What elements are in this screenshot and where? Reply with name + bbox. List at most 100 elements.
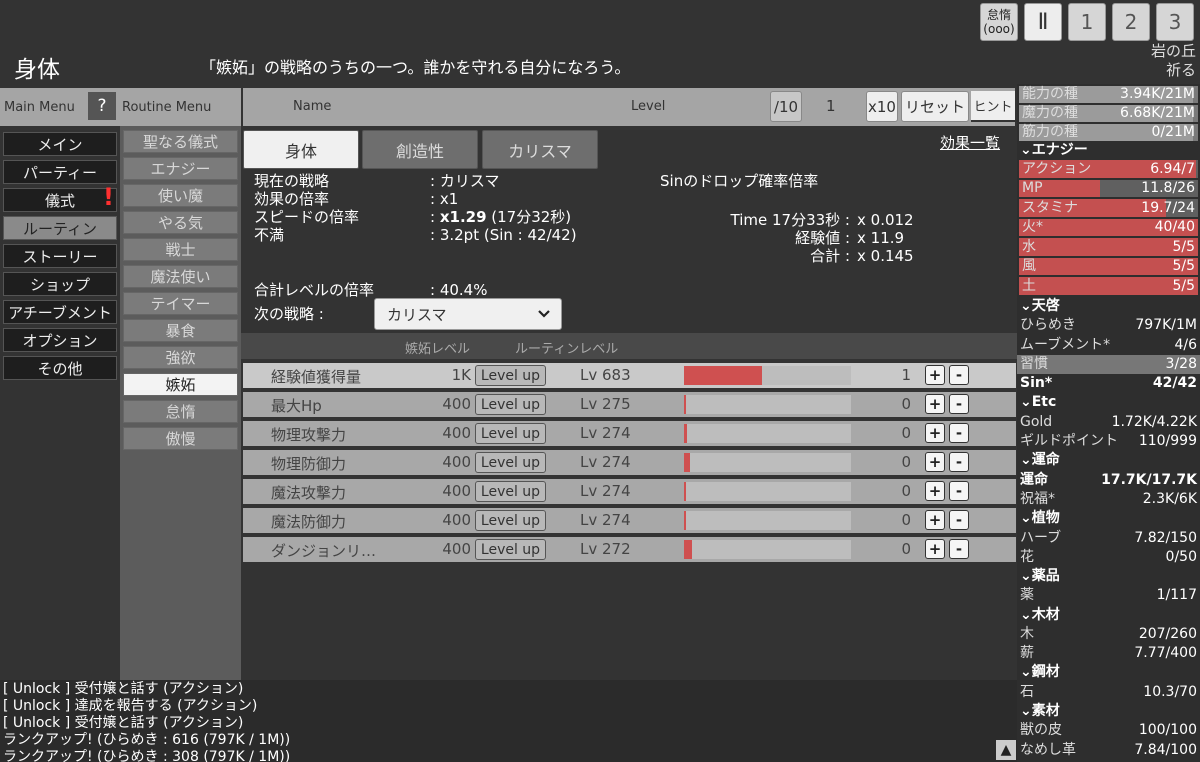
- main-menu-item[interactable]: オプション: [3, 328, 117, 352]
- tab-creativity[interactable]: 創造性: [362, 130, 478, 169]
- level-up-button[interactable]: Level up: [475, 539, 546, 560]
- routine-menu-item[interactable]: やる気: [123, 211, 238, 234]
- level-up-button[interactable]: Level up: [475, 394, 546, 415]
- divide-10-button[interactable]: /10: [770, 91, 802, 122]
- help-button[interactable]: ?: [88, 92, 116, 120]
- resource-value: 3.94K/21M: [1120, 86, 1195, 102]
- speed-3-button[interactable]: 3: [1156, 3, 1194, 41]
- routine-menu-item[interactable]: 怠惰: [123, 400, 238, 423]
- routine-menu-item[interactable]: テイマー: [123, 292, 238, 315]
- level-column-header: Level: [631, 99, 666, 114]
- scroll-up-button[interactable]: ▲: [996, 740, 1016, 760]
- routine-menu-item[interactable]: 使い魔: [123, 184, 238, 207]
- main-menu-item[interactable]: パーティー: [3, 160, 117, 184]
- main-menu-item[interactable]: メイン: [3, 132, 117, 156]
- pause-button[interactable]: Ⅱ: [1024, 3, 1062, 41]
- routine-menu-item[interactable]: 戦士: [123, 238, 238, 261]
- times-10-button[interactable]: x10: [866, 91, 898, 122]
- routine-menu-item[interactable]: 暴食: [123, 319, 238, 342]
- level-up-button[interactable]: Level up: [475, 481, 546, 502]
- allocated-value: 0: [901, 424, 911, 442]
- energy-row: 火* 40/40: [1019, 218, 1198, 237]
- speed-multiplier-time: (17分32秒): [486, 208, 572, 226]
- group-header[interactable]: ⌄素材: [1017, 702, 1200, 721]
- level-up-button[interactable]: Level up: [475, 423, 546, 444]
- decrement-button[interactable]: -: [949, 394, 969, 414]
- resource-name: ひらめき: [1020, 317, 1076, 334]
- total-level-value: : 40.4%: [430, 281, 488, 299]
- decrement-button[interactable]: -: [949, 365, 969, 385]
- main-menu-item[interactable]: ショップ: [3, 272, 117, 296]
- increment-button[interactable]: +: [925, 423, 945, 443]
- increment-button[interactable]: +: [925, 539, 945, 559]
- increment-button[interactable]: +: [925, 481, 945, 501]
- tab-charisma[interactable]: カリスマ: [482, 130, 598, 169]
- routine-menu-item[interactable]: 聖なる儀式: [123, 130, 238, 153]
- resource-row: 薪 7.77/400: [1017, 644, 1200, 663]
- table-header: 嫉妬レベル ルーティンレベル: [241, 333, 1017, 359]
- group-header[interactable]: ⌄運命: [1017, 451, 1200, 470]
- routine-menu-item[interactable]: 嫉妬: [123, 373, 238, 396]
- progress-fill: [684, 540, 693, 559]
- group-header[interactable]: ⌄鋼材: [1017, 663, 1200, 682]
- level-up-button[interactable]: Level up: [475, 365, 546, 386]
- main-menu-item[interactable]: ストーリー: [3, 244, 117, 268]
- speed-2-button[interactable]: 2: [1112, 3, 1150, 41]
- main-menu-item[interactable]: ルーティン: [3, 216, 117, 240]
- resource-row: 祝福* 2.3K/6K: [1017, 490, 1200, 509]
- group-header[interactable]: ⌄天啓: [1017, 297, 1200, 316]
- exp-label: 経験値 :: [795, 229, 850, 247]
- routine-level: Lv 274: [580, 453, 631, 471]
- progress-fill: [684, 453, 690, 472]
- increment-button[interactable]: +: [925, 394, 945, 414]
- group-header[interactable]: ⌄木材: [1017, 606, 1200, 625]
- resource-row: 木 207/260: [1017, 625, 1200, 644]
- table-row: 物理攻撃力 400 Level up Lv 274 0 + -: [243, 421, 1016, 446]
- decrement-button[interactable]: -: [949, 510, 969, 530]
- next-strategy-select[interactable]: カリスマ: [374, 298, 562, 330]
- routine-menu-item[interactable]: 傲慢: [123, 427, 238, 450]
- time-label: Time 17分33秒 :: [730, 211, 850, 229]
- decrement-button[interactable]: -: [949, 539, 969, 559]
- routine-menu-item[interactable]: 強欲: [123, 346, 238, 369]
- envy-level-column: 嫉妬レベル: [405, 342, 471, 357]
- energy-row: 土 5/5: [1019, 277, 1198, 295]
- speed-1-button[interactable]: 1: [1068, 3, 1106, 41]
- reset-button[interactable]: リセット: [901, 91, 969, 122]
- group-header[interactable]: ⌄Etc: [1017, 393, 1200, 412]
- resource-value: 3/28: [1165, 355, 1197, 372]
- upgrade-cost: 400: [442, 453, 471, 471]
- group-header[interactable]: ⌄薬品: [1017, 567, 1200, 586]
- increment-button[interactable]: +: [925, 365, 945, 385]
- speed-multiplier-value: : x1.29 (17分32秒): [430, 208, 577, 226]
- main-menu-item[interactable]: アチーブメント: [3, 300, 117, 324]
- progress-bar: [684, 366, 851, 385]
- resource-name: Sin*: [1020, 375, 1053, 392]
- effects-list-link[interactable]: 効果一覧: [940, 132, 1000, 153]
- main-menu-header: Main Menu ?: [0, 88, 120, 126]
- table-row: 物理防御力 400 Level up Lv 274 0 + -: [243, 450, 1016, 475]
- decrement-button[interactable]: -: [949, 452, 969, 472]
- routine-level: Lv 683: [580, 366, 631, 384]
- routine-menu-item[interactable]: 魔法使い: [123, 265, 238, 288]
- main-panel-header: Name Level /10 1 x10 リセット ヒント: [243, 88, 1015, 126]
- main-menu-item[interactable]: その他: [3, 356, 117, 380]
- upgrade-cost: 1K: [451, 366, 471, 384]
- level-up-button[interactable]: Level up: [475, 452, 546, 473]
- decrement-button[interactable]: -: [949, 481, 969, 501]
- seed-row: 筋力の種 0/21M: [1019, 124, 1198, 141]
- resource-value: 7.84/100: [1134, 741, 1197, 758]
- lazy-speed-button[interactable]: 怠惰 (ooo): [980, 3, 1018, 41]
- level-up-button[interactable]: Level up: [475, 510, 546, 531]
- increment-button[interactable]: +: [925, 452, 945, 472]
- resource-name: なめし革: [1020, 741, 1076, 758]
- increment-button[interactable]: +: [925, 510, 945, 530]
- hint-button[interactable]: ヒント: [971, 91, 1015, 122]
- resource-panel: 能力の種 3.94K/21M 魔力の種 6.68K/21M 筋力の種 0/21M ⌄エナジー…: [1017, 84, 1200, 762]
- tab-body[interactable]: 身体: [243, 130, 359, 169]
- group-header[interactable]: ⌄エナジー: [1017, 141, 1200, 160]
- group-header[interactable]: ⌄植物: [1017, 509, 1200, 528]
- decrement-button[interactable]: -: [949, 423, 969, 443]
- main-menu-item[interactable]: 儀式: [3, 183, 117, 212]
- routine-menu-item[interactable]: エナジー: [123, 157, 238, 180]
